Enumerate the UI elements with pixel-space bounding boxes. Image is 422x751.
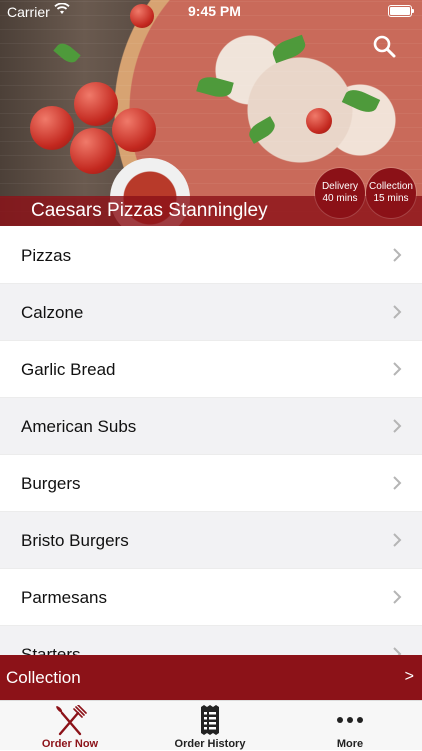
search-icon[interactable]	[370, 32, 400, 62]
tomato-image	[74, 82, 118, 126]
tab-label: Order Now	[41, 738, 99, 750]
tomato-image	[30, 106, 74, 150]
chevron-right-icon	[393, 533, 402, 547]
chevron-right-icon	[393, 647, 402, 655]
fork-knife-icon	[56, 705, 87, 736]
chevron-right-icon	[393, 419, 402, 433]
delivery-time: 40 mins	[322, 193, 358, 204]
order-type-arrow: >	[404, 668, 414, 685]
chevron-right-icon	[393, 476, 402, 490]
status-bar: Carrier 9:45 PM	[0, 0, 422, 22]
tab-label: Order History	[174, 738, 246, 750]
battery-icon	[388, 5, 414, 17]
tab-order-history[interactable]: Order History	[160, 701, 260, 751]
menu-item-calzone[interactable]: Calzone	[0, 284, 422, 341]
menu-item-label: Pizzas	[21, 246, 72, 265]
menu-item-label: Parmesans	[21, 588, 107, 607]
hero-banner: Carrier 9:45 PM Caesars Pizzas Stanningl…	[0, 0, 422, 226]
menu-item-label: American Subs	[21, 417, 137, 436]
order-type-label: Collection	[6, 668, 81, 687]
tomato-image	[112, 108, 156, 152]
menu-item-starters[interactable]: Starters	[0, 626, 422, 655]
wifi-icon	[54, 3, 70, 14]
chevron-right-icon	[393, 248, 402, 262]
delivery-time-badge: Delivery 40 mins	[315, 168, 365, 218]
menu-item-burgers[interactable]: Burgers	[0, 455, 422, 512]
tomato-image	[70, 128, 116, 174]
menu-category-list: Pizzas Calzone Garlic Bread American Sub…	[0, 227, 422, 655]
menu-item-parmesans[interactable]: Parmesans	[0, 569, 422, 626]
chevron-right-icon	[393, 590, 402, 604]
menu-item-label: Calzone	[21, 303, 84, 322]
more-icon	[337, 717, 363, 723]
carrier-label: Carrier	[7, 4, 50, 20]
menu-item-pizzas[interactable]: Pizzas	[0, 227, 422, 284]
menu-item-label: Burgers	[21, 474, 81, 493]
tab-order-now[interactable]: Order Now	[20, 701, 120, 751]
receipt-icon	[201, 705, 219, 735]
restaurant-name: Caesars Pizzas Stanningley	[31, 200, 268, 221]
chevron-right-icon	[393, 305, 402, 319]
tab-label: More	[336, 738, 364, 750]
menu-item-label: Bristo Burgers	[21, 531, 129, 550]
collection-time: 15 mins	[373, 193, 409, 204]
clock-label: 9:45 PM	[188, 3, 241, 19]
collection-time-badge: Collection 15 mins	[366, 168, 416, 218]
menu-item-bristo-burgers[interactable]: Bristo Burgers	[0, 512, 422, 569]
delivery-label: Delivery	[321, 181, 359, 192]
collection-label: Collection	[369, 181, 413, 192]
order-type-collection-bar[interactable]: Collection >	[0, 655, 422, 700]
bottom-tab-bar: Order Now Order History More	[0, 700, 422, 750]
tomato-image	[306, 108, 332, 134]
menu-item-label: Starters	[21, 645, 81, 655]
chevron-right-icon	[393, 362, 402, 376]
tab-more[interactable]: More	[300, 701, 400, 751]
menu-item-garlic-bread[interactable]: Garlic Bread	[0, 341, 422, 398]
menu-item-label: Garlic Bread	[21, 360, 116, 379]
menu-item-american-subs[interactable]: American Subs	[0, 398, 422, 455]
